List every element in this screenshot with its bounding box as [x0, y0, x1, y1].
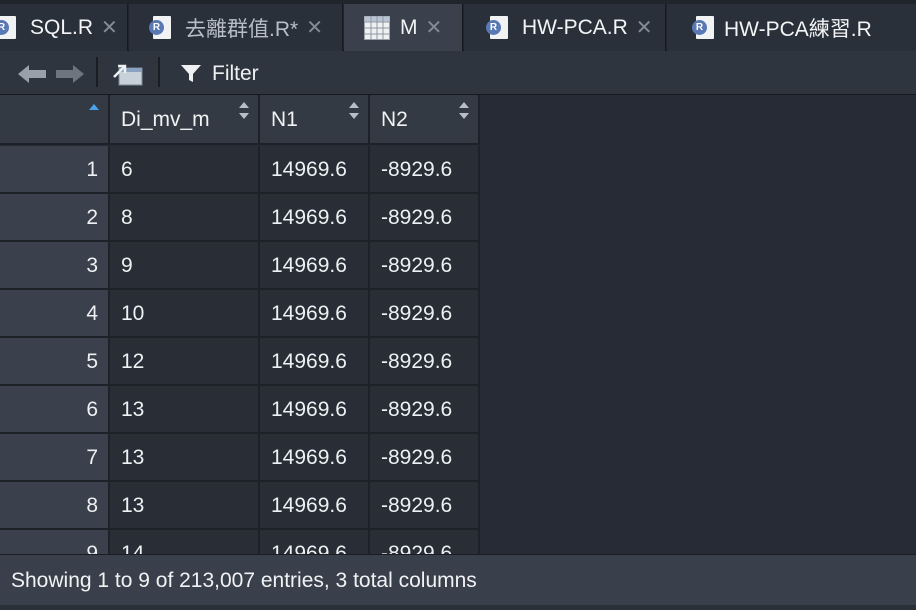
- close-icon[interactable]: ✕: [426, 18, 443, 38]
- filter-label: Filter: [212, 62, 259, 85]
- filter-button[interactable]: Filter: [180, 60, 259, 88]
- table-row[interactable]: 7 13 14969.6 -8929.6: [0, 434, 480, 482]
- cell-n2[interactable]: -8929.6: [370, 290, 480, 338]
- row-index-cell: 2: [0, 194, 110, 242]
- column-title: N2: [381, 108, 408, 131]
- r-file-icon: R: [486, 15, 510, 40]
- table-row[interactable]: 9 14 14969.6 -8929.6: [0, 530, 480, 554]
- row-index-cell: 8: [0, 482, 110, 530]
- r-file-icon: R: [692, 15, 716, 40]
- table-row[interactable]: 6 13 14969.6 -8929.6: [0, 386, 480, 434]
- tab-label: SQL.R: [30, 15, 94, 39]
- cell-n2[interactable]: -8929.6: [370, 482, 480, 530]
- row-index-cell: 4: [0, 290, 110, 338]
- row-index-cell: 7: [0, 434, 110, 482]
- back-arrow-icon[interactable]: [16, 63, 50, 85]
- funnel-icon: [181, 65, 201, 82]
- toolbar-divider: [96, 57, 98, 87]
- cell-n1[interactable]: 14969.6: [260, 338, 370, 386]
- tab-hw-pca-practice-r[interactable]: R HW-PCA練習.R: [667, 4, 916, 51]
- tab-outlier-r[interactable]: R 去離群值.R* ✕: [129, 4, 343, 51]
- close-icon[interactable]: ✕: [101, 18, 118, 38]
- cell-n1[interactable]: 14969.6: [260, 242, 370, 290]
- row-index-header[interactable]: [0, 95, 110, 145]
- cell-di-mv-m[interactable]: 13: [110, 482, 260, 530]
- row-index-cell: 6: [0, 386, 110, 434]
- tab-label: HW-PCA練習.R: [724, 17, 872, 41]
- column-title: Di_mv_m: [121, 108, 210, 131]
- row-index-cell: 1: [0, 146, 110, 194]
- viewer-toolbar: Filter: [0, 51, 916, 95]
- cell-n1[interactable]: 14969.6: [260, 146, 370, 194]
- toolbar-divider: [158, 57, 160, 87]
- cell-di-mv-m[interactable]: 13: [110, 434, 260, 482]
- status-text: Showing 1 to 9 of 213,007 entries, 3 tot…: [11, 569, 477, 592]
- sort-toggle-icon: [239, 102, 249, 119]
- row-index-cell: 9: [0, 530, 110, 554]
- r-file-icon: R: [0, 15, 18, 40]
- close-icon[interactable]: ✕: [306, 18, 323, 38]
- table-row[interactable]: 4 10 14969.6 -8929.6: [0, 290, 480, 338]
- cell-n2[interactable]: -8929.6: [370, 530, 480, 554]
- cell-di-mv-m[interactable]: 12: [110, 338, 260, 386]
- column-header-n2[interactable]: N2: [370, 95, 480, 145]
- cell-n2[interactable]: -8929.6: [370, 434, 480, 482]
- sort-ascending-icon: [89, 104, 99, 110]
- cell-n1[interactable]: 14969.6: [260, 530, 370, 554]
- row-index-cell: 5: [0, 338, 110, 386]
- sort-toggle-icon: [459, 102, 469, 119]
- column-title: N1: [271, 108, 298, 131]
- cell-di-mv-m[interactable]: 9: [110, 242, 260, 290]
- sort-toggle-icon: [349, 102, 359, 119]
- tab-m[interactable]: M ✕: [344, 4, 463, 51]
- status-bar: Showing 1 to 9 of 213,007 entries, 3 tot…: [0, 554, 916, 610]
- popout-window-icon[interactable]: [112, 61, 144, 87]
- cell-n1[interactable]: 14969.6: [260, 434, 370, 482]
- close-icon[interactable]: ✕: [636, 18, 653, 38]
- cell-n1[interactable]: 14969.6: [260, 482, 370, 530]
- cell-n1[interactable]: 14969.6: [260, 290, 370, 338]
- table-row[interactable]: 1 6 14969.6 -8929.6: [0, 146, 480, 194]
- cell-n2[interactable]: -8929.6: [370, 386, 480, 434]
- cell-n2[interactable]: -8929.6: [370, 338, 480, 386]
- table-row[interactable]: 3 9 14969.6 -8929.6: [0, 242, 480, 290]
- table-row[interactable]: 5 12 14969.6 -8929.6: [0, 338, 480, 386]
- forward-arrow-icon[interactable]: [52, 63, 86, 85]
- column-header-n1[interactable]: N1: [260, 95, 370, 145]
- cell-di-mv-m[interactable]: 8: [110, 194, 260, 242]
- tab-hw-pca-r[interactable]: R HW-PCA.R ✕: [464, 4, 666, 51]
- data-grid: Di_mv_m N1 N2 1 6 14969.6 -8929.6 2 8 14…: [0, 95, 480, 554]
- tab-sql-r[interactable]: R SQL.R ✕: [0, 4, 128, 51]
- cell-di-mv-m[interactable]: 13: [110, 386, 260, 434]
- table-row[interactable]: 2 8 14969.6 -8929.6: [0, 194, 480, 242]
- cell-di-mv-m[interactable]: 10: [110, 290, 260, 338]
- cell-n1[interactable]: 14969.6: [260, 194, 370, 242]
- cell-di-mv-m[interactable]: 14: [110, 530, 260, 554]
- row-index-cell: 3: [0, 242, 110, 290]
- cell-n2[interactable]: -8929.6: [370, 146, 480, 194]
- column-header-di-mv-m[interactable]: Di_mv_m: [110, 95, 260, 145]
- empty-grid-area: [480, 95, 916, 554]
- cell-di-mv-m[interactable]: 6: [110, 146, 260, 194]
- tab-label: HW-PCA.R: [522, 15, 628, 39]
- r-file-icon: R: [149, 15, 173, 40]
- tab-label: M: [400, 15, 418, 39]
- data-viewer-window: R SQL.R ✕ R 去離群值.R* ✕ M ✕ R HW-PCA.R ✕ R…: [0, 0, 916, 610]
- cell-n2[interactable]: -8929.6: [370, 242, 480, 290]
- tab-label: 去離群值.R*: [185, 17, 299, 41]
- status-bar-border: [0, 605, 916, 610]
- cell-n1[interactable]: 14969.6: [260, 386, 370, 434]
- table-row[interactable]: 8 13 14969.6 -8929.6: [0, 482, 480, 530]
- data-grid-icon: [364, 15, 390, 40]
- editor-tab-bar: R SQL.R ✕ R 去離群值.R* ✕ M ✕ R HW-PCA.R ✕ R…: [0, 0, 916, 51]
- cell-n2[interactable]: -8929.6: [370, 194, 480, 242]
